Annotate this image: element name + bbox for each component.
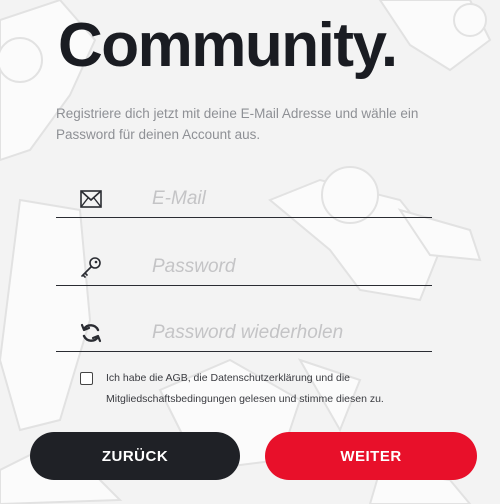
password-repeat-input[interactable] bbox=[152, 318, 432, 348]
key-icon bbox=[80, 256, 102, 278]
email-field bbox=[56, 181, 432, 218]
page-title: Community. bbox=[58, 11, 398, 80]
consent-text: Ich habe die AGB, die Datenschutzerkläru… bbox=[106, 372, 384, 405]
password-input[interactable] bbox=[152, 252, 432, 282]
consent-checkbox[interactable] bbox=[80, 372, 93, 385]
intro-text: Registriere dich jetzt mit deine E-Mail … bbox=[56, 106, 419, 142]
email-input[interactable] bbox=[152, 184, 432, 214]
password-field bbox=[56, 249, 432, 286]
password-repeat-field bbox=[56, 315, 432, 352]
back-button[interactable]: ZURÜCK bbox=[30, 432, 240, 480]
envelope-icon bbox=[80, 188, 102, 210]
next-button[interactable]: WEITER bbox=[265, 432, 477, 480]
registration-form: Community. Registriere dich jetzt mit de… bbox=[0, 0, 500, 504]
refresh-icon bbox=[80, 322, 102, 344]
